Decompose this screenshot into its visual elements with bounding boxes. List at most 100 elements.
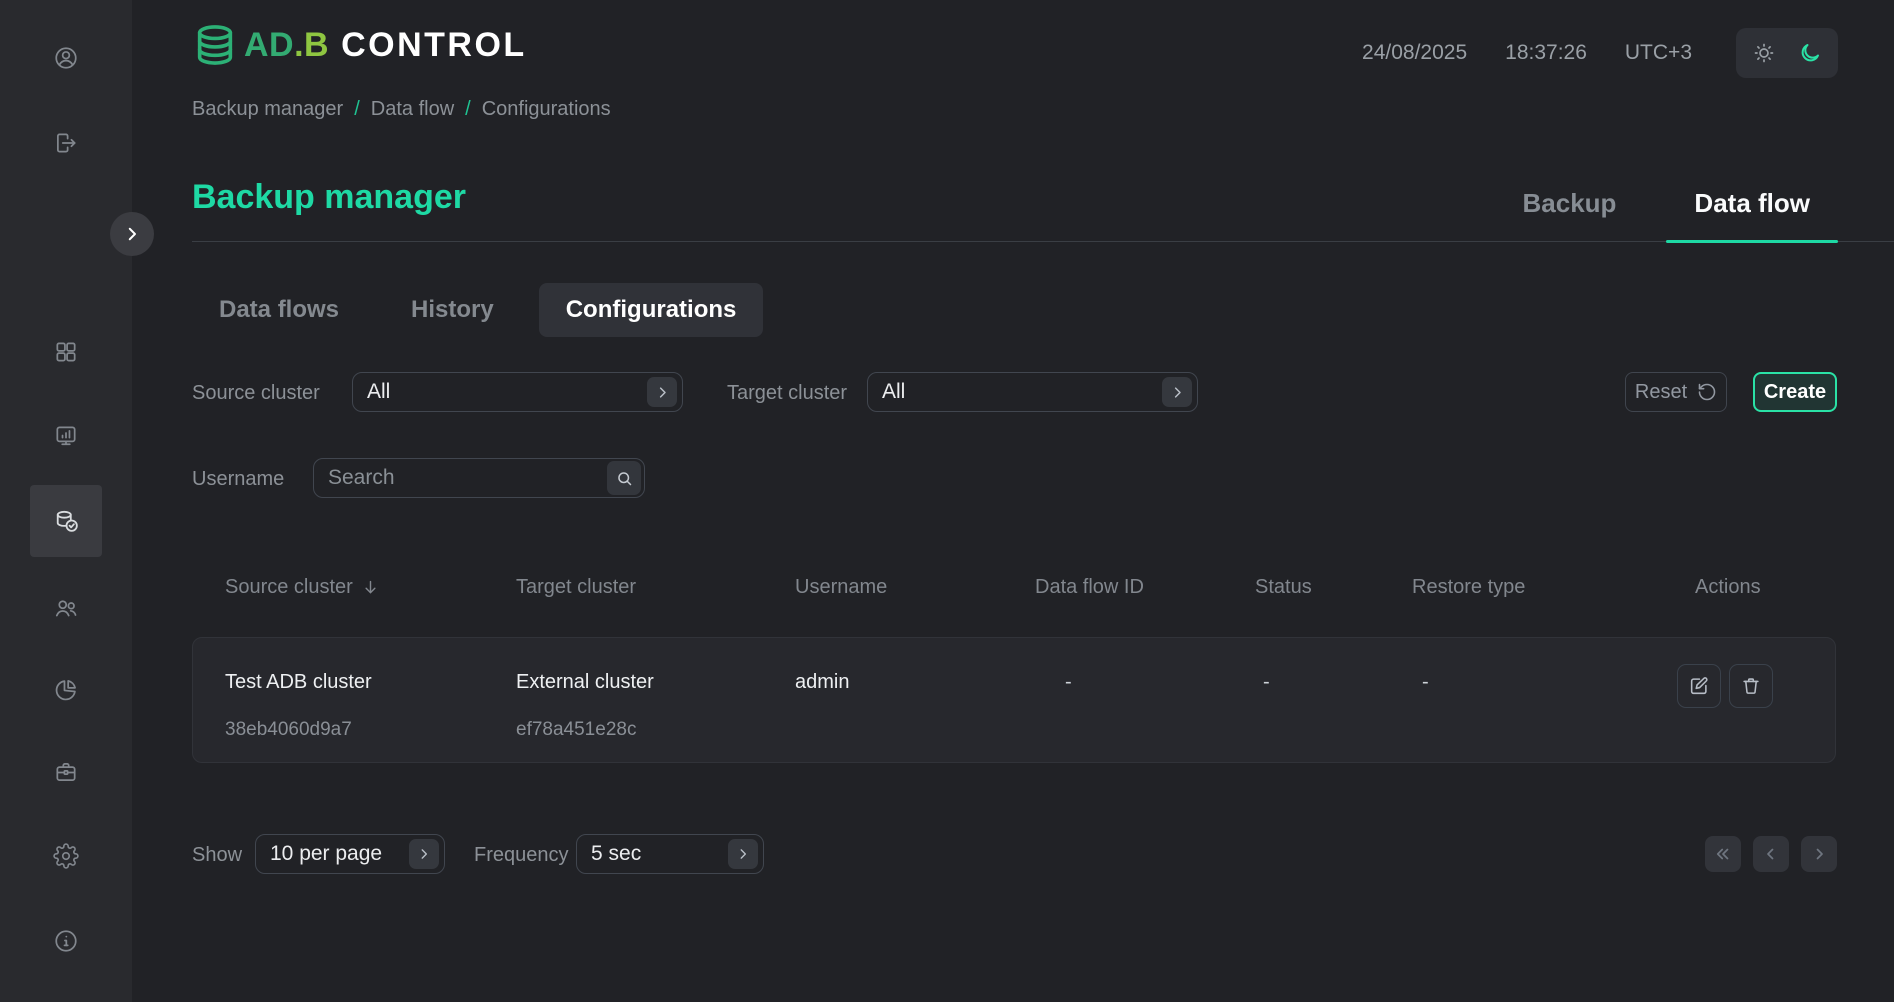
column-username[interactable]: Username [795, 576, 1035, 599]
row-restore-type: - [1422, 671, 1695, 694]
backup-database-icon[interactable] [44, 499, 88, 543]
breadcrumb: Backup manager / Data flow / Configurati… [192, 98, 611, 121]
source-cluster-chevron[interactable] [647, 377, 677, 407]
chevron-left-icon [1762, 845, 1780, 863]
refresh-icon [1697, 382, 1717, 402]
header-timezone: UTC+3 [1625, 41, 1692, 65]
main-content: AD.B CONTROL 24/08/2025 18:37:26 UTC+3 Ba… [132, 0, 1894, 1002]
info-icon[interactable] [44, 919, 88, 963]
page-title: Backup manager [192, 178, 466, 217]
edit-pencil-icon [1688, 675, 1710, 697]
logout-icon[interactable] [44, 121, 88, 165]
subtab-configurations[interactable]: Configurations [539, 283, 764, 337]
pagination [1705, 836, 1837, 872]
dashboard-grid-icon[interactable] [44, 330, 88, 374]
pie-chart-icon[interactable] [44, 668, 88, 712]
breadcrumb-backup-manager[interactable]: Backup manager [192, 98, 343, 121]
chevron-right-icon [123, 225, 141, 243]
cell-actions [1677, 638, 1815, 762]
tab-data-flow[interactable]: Data flow [1666, 188, 1838, 241]
per-page-select[interactable]: 10 per page [255, 834, 445, 874]
subtab-data-flows[interactable]: Data flows [192, 283, 366, 337]
create-button[interactable]: Create [1753, 372, 1837, 412]
cell-username: admin [795, 638, 1035, 762]
title-row: Backup manager Backup Data flow [192, 156, 1894, 242]
search-icon[interactable] [607, 461, 641, 495]
theme-toggle[interactable] [1736, 28, 1838, 78]
logo-control: CONTROL [341, 26, 527, 64]
cell-restore-type: - [1412, 638, 1695, 762]
breadcrumb-data-flow[interactable]: Data flow [371, 98, 454, 121]
header-date: 24/08/2025 [1362, 41, 1467, 65]
source-cluster-id: 38eb4060d9a7 [225, 719, 516, 741]
chevron-right-icon [1170, 385, 1185, 400]
column-source-cluster[interactable]: Source cluster [225, 576, 516, 599]
column-actions: Actions [1695, 576, 1836, 599]
monitoring-icon[interactable] [44, 414, 88, 458]
row-data-flow-id: - [1065, 671, 1255, 694]
app-logo[interactable]: AD.B CONTROL [192, 22, 527, 68]
username-label: Username [192, 468, 284, 490]
username-search-box [313, 458, 645, 498]
first-page-button[interactable] [1705, 836, 1741, 872]
chevron-right-icon [736, 847, 750, 861]
row-status: - [1263, 671, 1412, 694]
header-right: 24/08/2025 18:37:26 UTC+3 [1362, 28, 1838, 78]
next-page-button[interactable] [1801, 836, 1837, 872]
table-row[interactable]: Test ADB cluster 38eb4060d9a7 External c… [192, 637, 1836, 763]
target-cluster-chevron[interactable] [1162, 377, 1192, 407]
source-cluster-value: All [367, 380, 390, 404]
tab-backup[interactable]: Backup [1495, 188, 1645, 241]
target-cluster-id: ef78a451e28c [516, 719, 795, 741]
username-search-input[interactable] [314, 459, 644, 497]
column-target-cluster[interactable]: Target cluster [516, 576, 795, 599]
trash-icon [1740, 675, 1762, 697]
moon-icon[interactable] [1798, 41, 1822, 65]
previous-page-button[interactable] [1753, 836, 1789, 872]
chevron-right-icon [1810, 845, 1828, 863]
frequency-label: Frequency [474, 844, 569, 866]
column-status[interactable]: Status [1255, 576, 1412, 599]
target-cluster-select[interactable]: All [867, 372, 1198, 412]
logo-dot-b: .B [294, 26, 329, 64]
user-account-icon[interactable] [44, 36, 88, 80]
sidebar-expand-button[interactable] [110, 212, 154, 256]
target-cluster-label: Target cluster [727, 382, 847, 404]
users-icon[interactable] [44, 586, 88, 630]
source-cluster-select[interactable]: All [352, 372, 683, 412]
header-time: 18:37:26 [1505, 41, 1587, 65]
subtabs: Data flows History Configurations [192, 283, 763, 337]
row-username: admin [795, 671, 1035, 694]
per-page-chevron[interactable] [409, 839, 439, 869]
create-label: Create [1764, 381, 1826, 404]
cell-source-cluster: Test ADB cluster 38eb4060d9a7 [225, 638, 516, 762]
sort-desc-arrow-icon [361, 578, 380, 597]
breadcrumb-separator: / [454, 98, 482, 121]
briefcase-icon[interactable] [44, 750, 88, 794]
source-cluster-label: Source cluster [192, 382, 320, 404]
edit-button[interactable] [1677, 664, 1721, 708]
cell-data-flow-id: - [1035, 638, 1255, 762]
per-page-value: 10 per page [270, 842, 382, 866]
gear-icon[interactable] [44, 834, 88, 878]
column-restore-type[interactable]: Restore type [1412, 576, 1695, 599]
reset-button[interactable]: Reset [1625, 372, 1727, 412]
breadcrumb-separator: / [343, 98, 371, 121]
logo-text: AD.B CONTROL [244, 26, 527, 65]
target-cluster-value: All [882, 380, 905, 404]
subtab-history[interactable]: History [384, 283, 521, 337]
database-logo-icon [192, 22, 238, 68]
reset-label: Reset [1635, 381, 1687, 404]
breadcrumb-configurations[interactable]: Configurations [482, 98, 611, 121]
sun-icon[interactable] [1752, 41, 1776, 65]
frequency-chevron[interactable] [728, 839, 758, 869]
delete-button[interactable] [1729, 664, 1773, 708]
table-header: Source cluster Target cluster Username D… [225, 576, 1836, 599]
logo-ad: AD [244, 26, 294, 64]
chevron-right-icon [655, 385, 670, 400]
column-data-flow-id[interactable]: Data flow ID [1035, 576, 1255, 599]
cell-target-cluster: External cluster ef78a451e28c [516, 638, 795, 762]
chevron-right-icon [417, 847, 431, 861]
top-tabs: Backup Data flow [1495, 188, 1839, 241]
frequency-select[interactable]: 5 sec [576, 834, 764, 874]
